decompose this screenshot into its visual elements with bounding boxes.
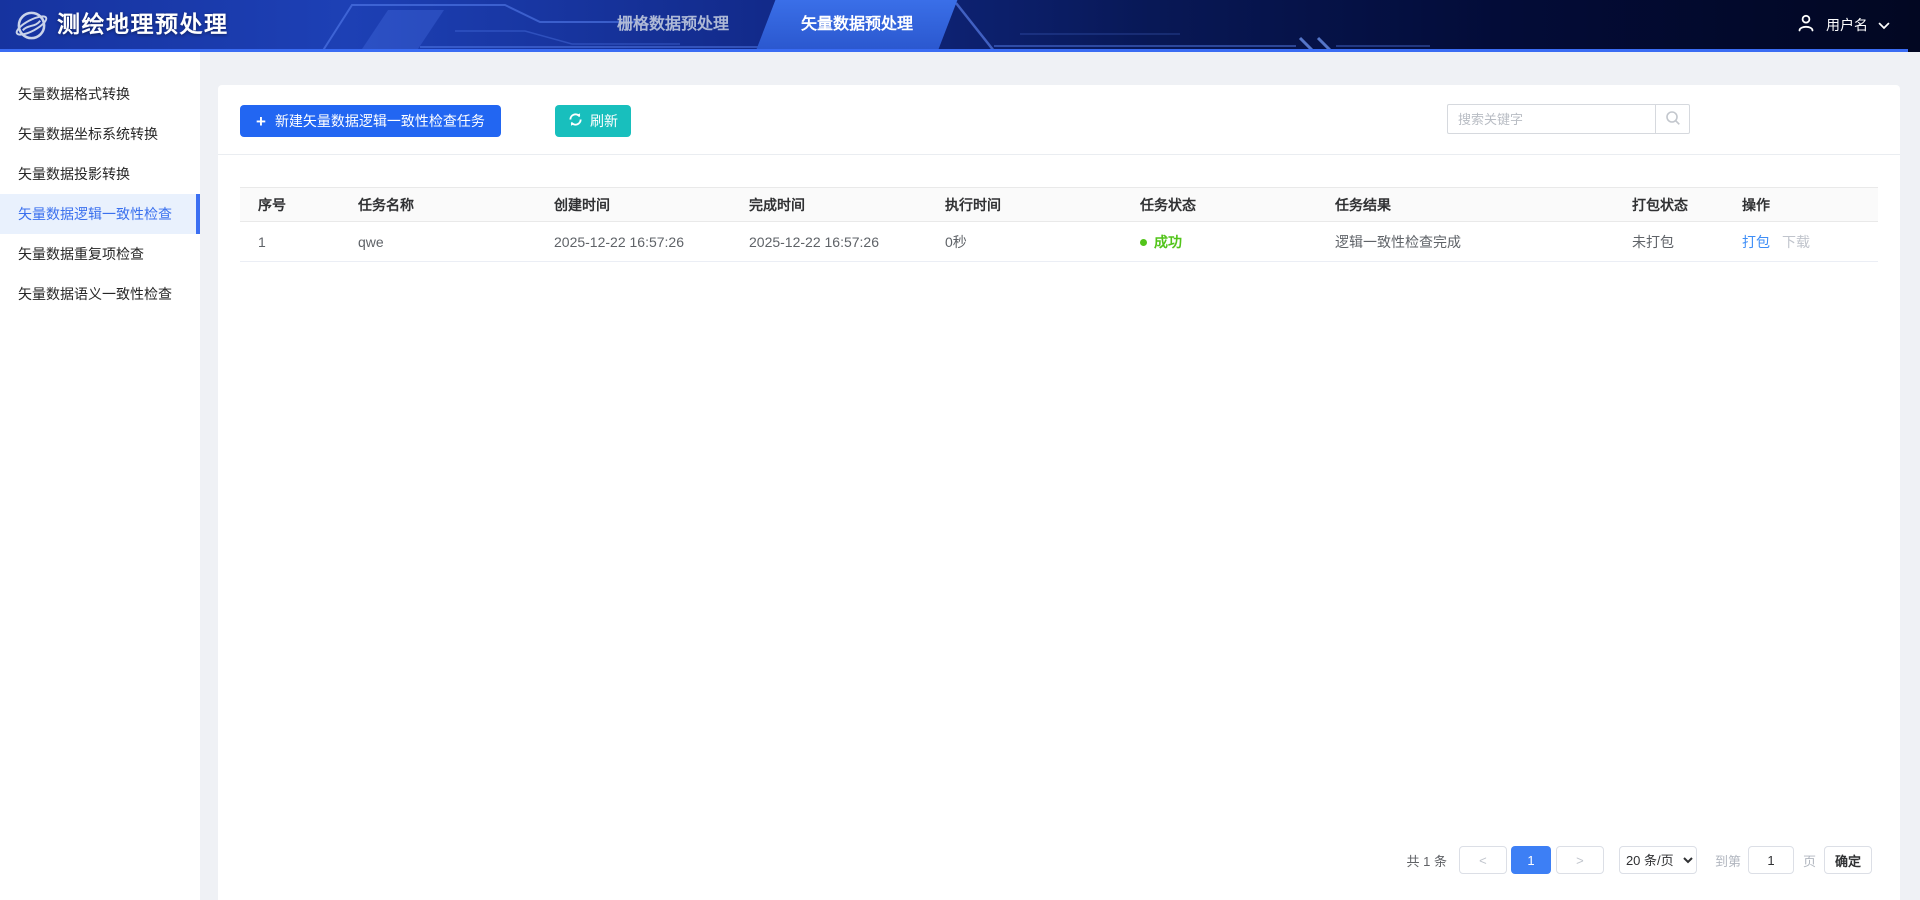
- column-header-created-time: 创建时间: [536, 187, 731, 222]
- refresh-button-label: 刷新: [590, 113, 618, 129]
- app-header: 测绘地理预处理 栅格数据预处理 矢量数据预处理 用户名: [0, 0, 1920, 52]
- cell-finished-time: 2025-12-22 16:57:26: [731, 221, 927, 262]
- cell-index: 1: [240, 221, 340, 262]
- column-header-duration: 执行时间: [927, 187, 1122, 222]
- header-underline: [0, 49, 1908, 52]
- new-task-button-label: 新建矢量数据逻辑一致性检查任务: [274, 113, 485, 129]
- plus-icon: +: [256, 111, 266, 131]
- column-header-package-status: 打包状态: [1614, 187, 1724, 222]
- main-panel: + 新建矢量数据逻辑一致性检查任务 刷新 搜索关键字 序号 任务名称 创建时间 …: [218, 85, 1900, 900]
- prev-page-button[interactable]: <: [1458, 846, 1507, 874]
- goto-suffix-label: 页: [1802, 853, 1816, 869]
- search-icon: [1664, 109, 1682, 130]
- header-decoration-circuit: [321, 2, 1430, 52]
- table-row: 1 qwe 2025-12-22 16:57:26 2025-12-22 16:…: [240, 221, 1878, 262]
- download-action-link[interactable]: 下载: [1782, 234, 1810, 250]
- page-size-select[interactable]: 20 条/页: [1618, 846, 1697, 874]
- sidebar-item-projection-conversion[interactable]: 矢量数据投影转换: [0, 154, 200, 194]
- column-header-index: 序号: [240, 187, 340, 222]
- pagination-total: 共 1 条: [1406, 853, 1447, 869]
- package-action-link[interactable]: 打包: [1742, 234, 1770, 250]
- search-button[interactable]: [1655, 104, 1690, 134]
- column-header-actions: 操作: [1724, 187, 1878, 222]
- next-page-button[interactable]: >: [1555, 846, 1604, 874]
- goto-page-input[interactable]: [1747, 846, 1794, 874]
- pagination: 共 1 条 < 1 > 20 条/页 到第 页 确定: [1406, 846, 1872, 874]
- user-icon: [1796, 13, 1816, 36]
- sidebar-item-format-conversion[interactable]: 矢量数据格式转换: [0, 74, 200, 114]
- column-header-result: 任务结果: [1317, 187, 1614, 222]
- app-title: 测绘地理预处理: [57, 11, 229, 37]
- active-tab-label: 矢量数据预处理: [800, 16, 913, 33]
- chevron-down-icon: [1878, 17, 1890, 33]
- sidebar: 矢量数据格式转换 矢量数据坐标系统转换 矢量数据投影转换 矢量数据逻辑一致性检查…: [0, 52, 200, 900]
- cell-package-status: 未打包: [1614, 221, 1724, 262]
- confirm-page-button[interactable]: 确定: [1823, 846, 1872, 874]
- refresh-icon: [568, 112, 583, 130]
- status-text: 成功: [1154, 233, 1182, 250]
- cell-duration: 0秒: [927, 221, 1122, 262]
- column-header-task-name: 任务名称: [340, 187, 536, 222]
- column-header-finished-time: 完成时间: [731, 187, 927, 222]
- refresh-button[interactable]: 刷新: [555, 105, 631, 137]
- goto-prefix-label: 到第: [1714, 853, 1741, 869]
- app-logo-icon: [14, 8, 49, 48]
- current-page-button[interactable]: 1: [1510, 846, 1551, 874]
- column-header-status: 任务状态: [1122, 187, 1317, 222]
- search-input[interactable]: [1447, 104, 1655, 134]
- sidebar-item-duplicate-check[interactable]: 矢量数据重复项检查: [0, 234, 200, 274]
- table-header-row: 序号 任务名称 创建时间 完成时间 执行时间 任务状态 任务结果 打包状态 操作: [240, 187, 1878, 222]
- new-task-button[interactable]: + 新建矢量数据逻辑一致性检查任务: [240, 105, 501, 137]
- search-group: [1447, 104, 1690, 134]
- sidebar-item-semantic-consistency-check[interactable]: 矢量数据语义一致性检查: [0, 274, 200, 314]
- sidebar-item-logical-consistency-check[interactable]: 矢量数据逻辑一致性检查: [0, 194, 200, 234]
- sidebar-item-coordinate-system-conversion[interactable]: 矢量数据坐标系统转换: [0, 114, 200, 154]
- cell-result: 逻辑一致性检查完成: [1317, 221, 1614, 262]
- user-name: 用户名: [1826, 16, 1868, 33]
- status-dot-icon: [1140, 238, 1147, 246]
- cell-status: 成功: [1122, 221, 1317, 262]
- cell-created-time: 2025-12-22 16:57:26: [536, 221, 731, 262]
- cell-actions: 打包 下载: [1724, 221, 1878, 262]
- cell-task-name: qwe: [340, 221, 536, 262]
- task-table: 序号 任务名称 创建时间 完成时间 执行时间 任务状态 任务结果 打包状态 操作…: [240, 187, 1878, 262]
- tab-vector-preprocessing[interactable]: 矢量数据预处理: [756, 0, 958, 49]
- user-menu[interactable]: 用户名: [1796, 0, 1890, 49]
- tab-raster-preprocessing[interactable]: 栅格数据预处理: [598, 0, 748, 49]
- toolbar: + 新建矢量数据逻辑一致性检查任务 刷新: [218, 85, 1900, 155]
